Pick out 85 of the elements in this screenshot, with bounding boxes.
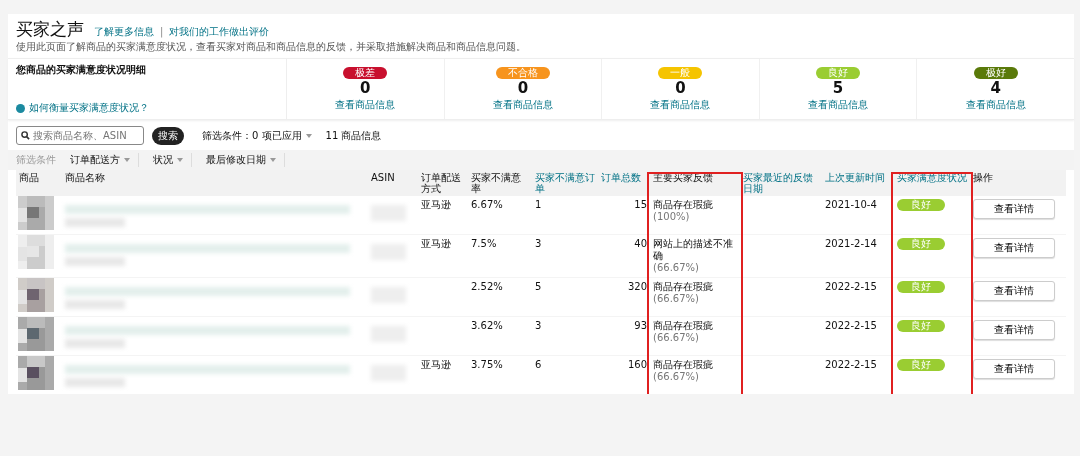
feedback-share: (66.67%) <box>653 293 700 305</box>
table-cell: 1 <box>535 199 542 210</box>
column-header: 订单配送方式 <box>421 172 462 194</box>
feedback-reason: 商品存在瑕疵 <box>653 199 714 211</box>
caret-icon <box>305 133 312 138</box>
status-count: 0 <box>360 79 371 97</box>
table-cell: 亚马逊 <box>421 359 451 370</box>
filter-dropdown[interactable]: 最后修改日期 <box>206 153 285 167</box>
page-title: 买家之声 <box>16 18 84 40</box>
table-cell: 2021-10-4 <box>825 199 877 210</box>
view-details-button[interactable]: 查看详情 <box>973 199 1055 219</box>
view-details-button[interactable]: 查看详情 <box>973 281 1055 301</box>
table-cell: 3 <box>535 238 542 249</box>
table-cell: 93 <box>634 320 647 331</box>
table-cell: 亚马逊 <box>421 199 451 210</box>
view-details-button[interactable]: 查看详情 <box>973 320 1055 340</box>
caret-icon <box>177 158 183 162</box>
column-header: 买家不满意率 <box>471 172 522 194</box>
filter-dropdown[interactable]: 状况 <box>153 153 192 167</box>
link-separator: | <box>160 26 164 37</box>
search-field[interactable]: 搜索商品名称、ASIN <box>16 126 144 145</box>
table-cell: 15 <box>634 199 647 210</box>
table-cell: 亚马逊 <box>421 238 451 249</box>
column-header: ASIN <box>371 172 396 183</box>
view-products-link[interactable]: 查看商品信息 <box>650 97 711 112</box>
status-count: 0 <box>675 79 686 97</box>
table-cell: 320 <box>627 281 647 292</box>
view-products-link[interactable]: 查看商品信息 <box>808 97 869 112</box>
table-cell: 40 <box>634 238 647 249</box>
table-cell: 6.67% <box>471 199 503 210</box>
table-cell: 3.62% <box>471 320 503 331</box>
status-badge: 一般 <box>658 66 703 79</box>
status-count: 4 <box>990 79 1001 97</box>
status-badge: 极好 <box>973 66 1018 79</box>
table-cell: 2021-2-14 <box>825 238 877 249</box>
view-products-link[interactable]: 查看商品信息 <box>492 97 553 112</box>
column-header: 商品 <box>19 172 40 183</box>
column-header: 操作 <box>973 172 994 183</box>
feedback-reason: 网站上的描述不准确 <box>653 238 734 262</box>
feedback-reason: 商品存在瑕疵 <box>653 281 714 293</box>
status-badge: 良好 <box>816 66 861 79</box>
status-count: 5 <box>832 79 844 97</box>
header-link[interactable]: 了解更多信息 <box>94 25 154 39</box>
filter-label: 筛选条件 <box>16 153 56 167</box>
status-count: 0 <box>517 79 529 97</box>
filter-dropdown[interactable]: 订单配送方 <box>70 153 139 167</box>
view-products-link[interactable]: 查看商品信息 <box>965 97 1026 112</box>
status-badge: 极差 <box>343 66 388 79</box>
status-pill: 良好 <box>897 320 945 332</box>
table-cell: 7.5% <box>471 238 497 249</box>
result-count: 11 商品信息 <box>325 128 382 143</box>
table-cell: 5 <box>535 281 542 292</box>
table-cell: 2022-2-15 <box>825 281 877 292</box>
feedback-reason: 商品存在瑕疵 <box>653 359 714 371</box>
status-badge: 不合格 <box>495 66 550 79</box>
table-cell: 3.75% <box>471 359 503 370</box>
filter-dropdown[interactable]: 筛选条件：0 项已应用 <box>202 128 312 143</box>
search-button[interactable]: 搜索 <box>152 126 184 145</box>
table-cell: 2.52% <box>471 281 503 292</box>
caret-icon <box>124 158 130 162</box>
view-products-link[interactable]: 查看商品信息 <box>335 97 396 112</box>
feedback-share: (100%) <box>653 211 691 223</box>
help-link[interactable]: 如何衡量买家满意度状况？ <box>29 101 149 115</box>
info-icon <box>16 103 25 113</box>
status-pill: 良好 <box>897 359 945 371</box>
search-icon <box>21 131 30 140</box>
feedback-share: (66.67%) <box>653 262 700 274</box>
table-cell: 6 <box>535 359 542 370</box>
caret-icon <box>270 158 276 162</box>
table-cell: 2022-2-15 <box>825 320 877 331</box>
status-pill: 良好 <box>897 281 945 293</box>
view-details-button[interactable]: 查看详情 <box>973 238 1055 258</box>
feedback-share: (66.67%) <box>653 332 700 344</box>
header-link[interactable]: 对我们的工作做出评价 <box>169 25 270 39</box>
table-cell: 2022-2-15 <box>825 359 877 370</box>
page-description: 使用此页面了解商品的买家满意度状况，查看买家对商品和商品信息的反馈，并采取措施解决商品和商品信息问题。 <box>16 40 527 53</box>
table-cell: 3 <box>535 320 542 331</box>
view-details-button[interactable]: 查看详情 <box>973 359 1055 379</box>
summary-heading: 您商品的买家满意度状况明细 <box>16 63 147 77</box>
status-pill: 良好 <box>897 238 945 250</box>
feedback-reason: 商品存在瑕疵 <box>653 320 714 332</box>
table-cell: 160 <box>627 359 647 370</box>
feedback-share: (66.67%) <box>653 371 700 383</box>
status-pill: 良好 <box>897 199 945 211</box>
column-header: 商品名称 <box>65 172 106 183</box>
